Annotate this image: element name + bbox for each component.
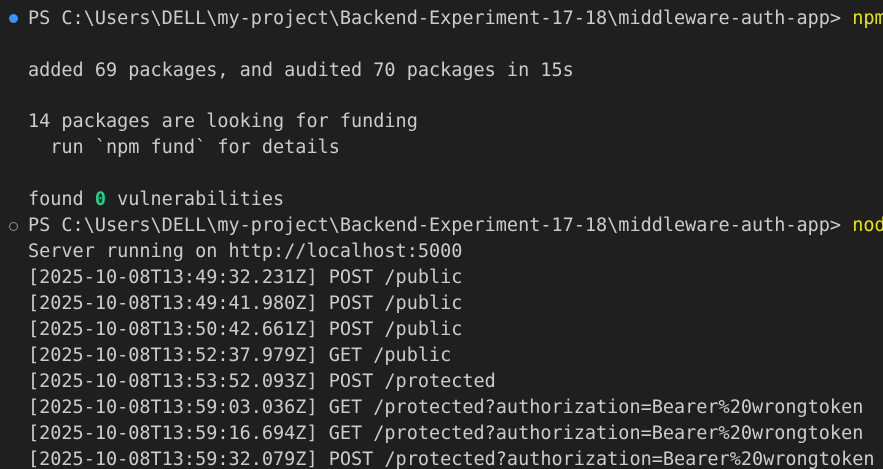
prompt-line-1: PS C:\Users\DELL\my-project\Backend-Expe… [28, 6, 883, 32]
log-line: [2025-10-08T13:59:32.079Z] POST /protect… [28, 449, 875, 469]
prompt-text: PS C:\Users\DELL\my-project\Backend-Expe… [28, 215, 853, 236]
log-line: [2025-10-08T13:59:03.036Z] GET /protecte… [28, 397, 864, 418]
found-prefix: found [28, 189, 95, 210]
server-running-line: Server running on http://localhost:5000 [28, 241, 463, 262]
terminal-panel[interactable]: PS C:\Users\DELL\my-project\Backend-Expe… [0, 0, 883, 469]
command-text: node [852, 215, 883, 236]
command-decoration-running-icon[interactable] [9, 222, 18, 231]
npm-funding-line: 14 packages are looking for funding [28, 111, 418, 132]
log-line: [2025-10-08T13:49:41.980Z] POST /public [28, 293, 463, 314]
command-text: npm [852, 8, 883, 29]
command-decoration-success-icon[interactable] [9, 14, 18, 23]
found-suffix: vulnerabilities [105, 189, 285, 210]
npm-fund-hint-line: run `npm fund` for details [28, 137, 340, 158]
log-line: [2025-10-08T13:49:32.231Z] POST /public [28, 267, 463, 288]
log-line: [2025-10-08T13:59:16.694Z] GET /protecte… [28, 423, 864, 444]
log-line: [2025-10-08T13:50:42.661Z] POST /public [28, 319, 463, 340]
log-line: [2025-10-08T13:52:37.979Z] GET /public [28, 345, 452, 366]
vulnerability-count: 0 [94, 189, 106, 210]
npm-vulnerabilities-line: found 0 vulnerabilities [28, 187, 284, 213]
log-line: [2025-10-08T13:53:52.093Z] POST /protect… [28, 371, 496, 392]
prompt-line-2: PS C:\Users\DELL\my-project\Backend-Expe… [28, 213, 883, 239]
npm-added-line: added 69 packages, and audited 70 packag… [28, 60, 574, 81]
prompt-text: PS C:\Users\DELL\my-project\Backend-Expe… [28, 8, 853, 29]
